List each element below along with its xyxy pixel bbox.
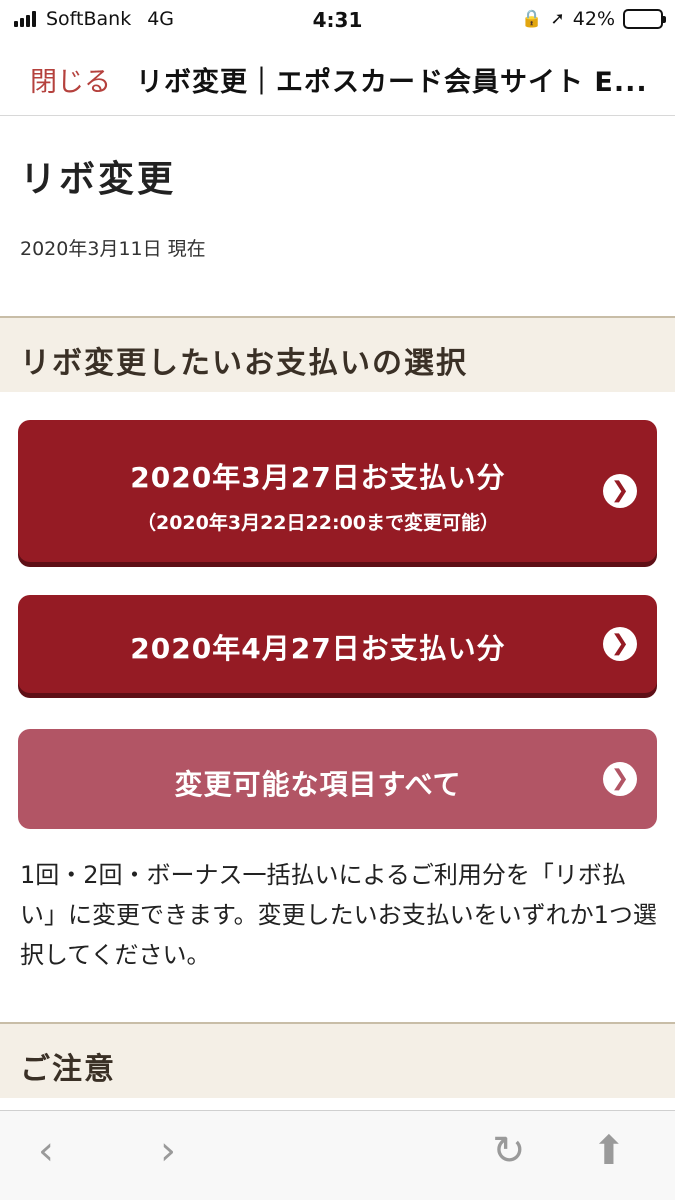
battery-icon (623, 9, 666, 29)
reload-icon[interactable]: ↻ (492, 1131, 526, 1171)
forward-icon[interactable]: › (160, 1131, 176, 1171)
chevron-right-icon: ❯ (603, 762, 637, 796)
browser-toolbar: ‹ › ↻ ⬆ (0, 1110, 675, 1200)
selection-description: 1回・2回・ボーナス一括払いによるご利用分を「リボ払い」に変更できます。変更した… (20, 861, 657, 969)
page-title-bar: リボ変更｜エポスカード会員サイト E... (136, 67, 648, 98)
all-items-label: 変更可能な項目すべて (174, 768, 462, 801)
status-right: 🔒 ➚ 42% (521, 8, 666, 30)
as-of-date: 2020年3月11日 現在 (20, 238, 206, 260)
chevron-right-icon: ❯ (603, 474, 637, 508)
selection-section-header: リボ変更したいお支払いの選択 (0, 316, 675, 392)
chevron-right-icon: ❯ (603, 627, 637, 661)
selection-header-text: リボ変更したいお支払いの選択 (20, 346, 468, 381)
notice-section-header: ご注意 (0, 1022, 675, 1098)
notice-header-text: ご注意 (20, 1052, 116, 1087)
all-items-button[interactable]: 変更可能な項目すべて ❯ (18, 729, 657, 829)
share-icon[interactable]: ⬆ (592, 1131, 626, 1171)
nav-bar: 閉じる リボ変更｜エポスカード会員サイト E... (0, 40, 675, 116)
close-button[interactable]: 閉じる (30, 60, 111, 99)
payment-option-label: 2020年3月27日お支払い分 (130, 461, 506, 494)
location-icon: ➚ (550, 9, 565, 29)
back-icon[interactable]: ‹ (38, 1131, 54, 1171)
battery-percent: 42% (572, 8, 615, 30)
payment-option-button-1[interactable]: 2020年3月27日お支払い分 （2020年3月22日22:00まで変更可能） … (18, 420, 657, 562)
payment-option-deadline: （2020年3月22日22:00まで変更可能） (136, 512, 500, 534)
page-title: リボ変更 (20, 159, 177, 200)
payment-option-button-2[interactable]: 2020年4月27日お支払い分 ❯ (18, 595, 657, 693)
status-bar: SoftBank 4G 4:31 🔒 ➚ 42% (0, 0, 675, 40)
payment-option-label: 2020年4月27日お支払い分 (130, 632, 506, 665)
orientation-lock-icon: 🔒 (521, 9, 543, 29)
